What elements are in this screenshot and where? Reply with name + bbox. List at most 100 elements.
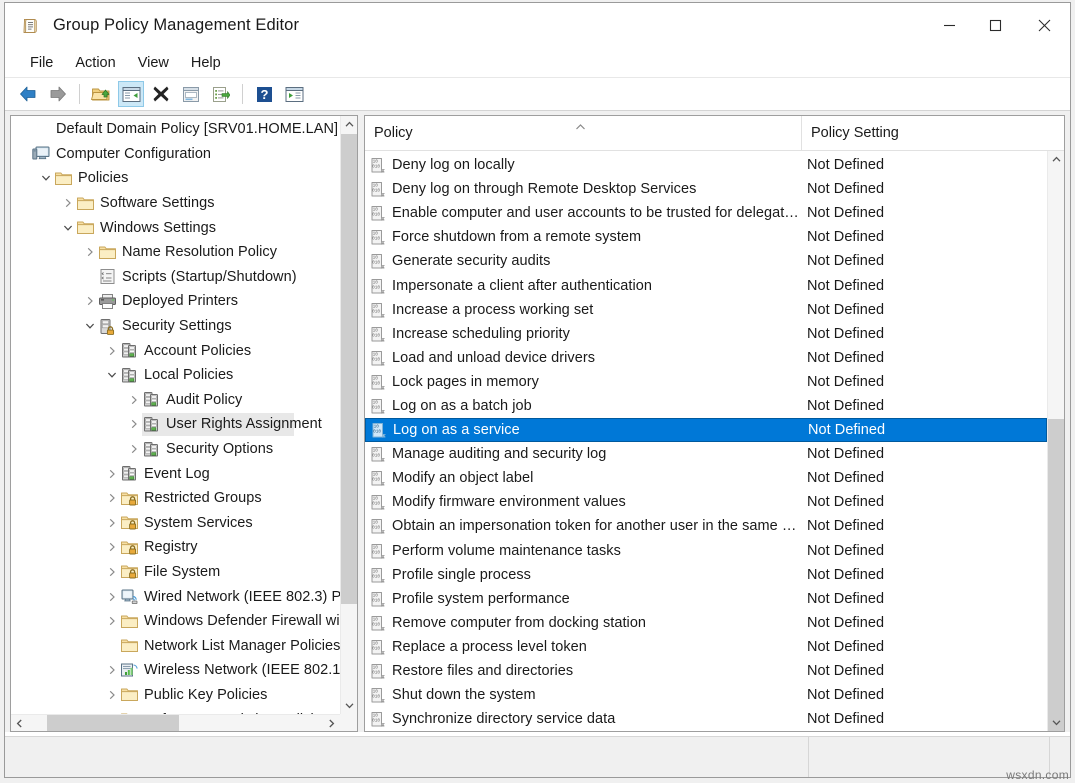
chevron-right-icon[interactable] bbox=[103, 665, 120, 675]
tree-scrollbar-thumb[interactable] bbox=[341, 134, 357, 604]
help-icon[interactable]: ? bbox=[251, 81, 277, 107]
tree-scroll-down-icon[interactable] bbox=[341, 697, 357, 714]
chevron-down-icon[interactable] bbox=[81, 322, 98, 330]
chevron-right-icon[interactable] bbox=[125, 419, 142, 429]
policy-list-row[interactable]: 10010Perform volume maintenance tasksNot… bbox=[365, 539, 1047, 563]
policy-list-row[interactable]: 10010Manage auditing and security logNot… bbox=[365, 442, 1047, 466]
tree-vertical-scrollbar[interactable] bbox=[340, 116, 357, 714]
console-tree[interactable]: Default Domain Policy [SRV01.HOME.LAN] P… bbox=[11, 116, 340, 714]
chevron-right-icon[interactable] bbox=[103, 518, 120, 528]
menu-item-help[interactable]: Help bbox=[180, 53, 232, 73]
policy-list-row[interactable]: 10010Modify an object labelNot Defined bbox=[365, 466, 1047, 490]
column-header-policy[interactable]: Policy bbox=[365, 116, 802, 150]
policy-list-row[interactable]: 10010Synchronize directory service dataN… bbox=[365, 707, 1047, 731]
menu-item-view[interactable]: View bbox=[127, 53, 180, 73]
list-vertical-scrollbar[interactable] bbox=[1047, 151, 1064, 731]
tree-item[interactable]: Audit Policy bbox=[11, 388, 340, 413]
tree-item[interactable]: Event Log bbox=[11, 461, 340, 486]
chevron-right-icon[interactable] bbox=[103, 346, 120, 356]
column-header-policy-setting[interactable]: Policy Setting bbox=[802, 116, 1064, 150]
maximize-button[interactable] bbox=[972, 3, 1018, 48]
forward-arrow-icon[interactable] bbox=[45, 81, 71, 107]
chevron-right-icon[interactable] bbox=[103, 542, 120, 552]
tree-item[interactable]: File System bbox=[11, 560, 340, 585]
chevron-down-icon[interactable] bbox=[37, 174, 54, 182]
up-one-level-icon[interactable] bbox=[88, 81, 114, 107]
tree-item[interactable]: Computer Configuration bbox=[11, 142, 340, 167]
tree-item[interactable]: Network List Manager Policies bbox=[11, 633, 340, 658]
chevron-right-icon[interactable] bbox=[125, 395, 142, 405]
policy-list-row[interactable]: 10010Modify firmware environment valuesN… bbox=[365, 490, 1047, 514]
policy-list-row[interactable]: 10010Remove computer from docking statio… bbox=[365, 611, 1047, 635]
list-scroll-up-icon[interactable] bbox=[1048, 151, 1064, 168]
policy-list-row[interactable]: 10010Obtain an impersonation token for a… bbox=[365, 514, 1047, 538]
tree-item[interactable]: Security Settings bbox=[11, 314, 340, 339]
menu-item-file[interactable]: File bbox=[19, 53, 64, 73]
list-scroll-down-icon[interactable] bbox=[1048, 714, 1064, 731]
properties-icon[interactable] bbox=[178, 81, 204, 107]
chevron-right-icon[interactable] bbox=[81, 247, 98, 257]
back-arrow-icon[interactable] bbox=[15, 81, 41, 107]
tree-item[interactable]: Registry bbox=[11, 535, 340, 560]
chevron-right-icon[interactable] bbox=[103, 469, 120, 479]
policy-list-row[interactable]: 10010Replace a process level tokenNot De… bbox=[365, 635, 1047, 659]
minimize-button[interactable] bbox=[926, 3, 972, 48]
chevron-right-icon[interactable] bbox=[103, 690, 120, 700]
export-list-icon[interactable] bbox=[208, 81, 234, 107]
policy-list-row[interactable]: 10010Enable computer and user accounts t… bbox=[365, 201, 1047, 225]
policy-list-row[interactable]: 10010Profile single processNot Defined bbox=[365, 563, 1047, 587]
tree-item[interactable]: Security Options bbox=[11, 437, 340, 462]
tree-item[interactable]: Local Policies bbox=[11, 363, 340, 388]
tree-item[interactable]: Software Settings bbox=[11, 191, 340, 216]
menu-item-action[interactable]: Action bbox=[64, 53, 126, 73]
tree-item[interactable]: Windows Settings bbox=[11, 215, 340, 240]
tree-item[interactable]: Default Domain Policy [SRV01.HOME.LAN] P… bbox=[11, 117, 340, 142]
policy-list-row[interactable]: 10010Log on as a serviceNot Defined bbox=[365, 418, 1047, 442]
tree-scroll-right-icon[interactable] bbox=[323, 715, 340, 731]
tree-item[interactable]: Account Policies bbox=[11, 338, 340, 363]
policy-list-row[interactable]: 10010Restore files and directoriesNot De… bbox=[365, 659, 1047, 683]
chevron-right-icon[interactable] bbox=[103, 592, 120, 602]
chevron-right-icon[interactable] bbox=[103, 616, 120, 626]
tree-horizontal-scrollbar[interactable] bbox=[11, 714, 340, 731]
show-contents-icon[interactable] bbox=[281, 81, 307, 107]
chevron-down-icon[interactable] bbox=[59, 224, 76, 232]
policy-list-row[interactable]: 10010Increase a process working setNot D… bbox=[365, 298, 1047, 322]
policy-list-row[interactable]: 10010Load and unload device driversNot D… bbox=[365, 346, 1047, 370]
tree-scroll-left-icon[interactable] bbox=[11, 715, 28, 731]
policy-list-row[interactable]: 10010Deny log on locallyNot Defined bbox=[365, 153, 1047, 177]
delete-icon[interactable] bbox=[148, 81, 174, 107]
tree-item[interactable]: Scripts (Startup/Shutdown) bbox=[11, 265, 340, 290]
chevron-right-icon[interactable] bbox=[59, 198, 76, 208]
chevron-right-icon[interactable] bbox=[103, 567, 120, 577]
tree-item[interactable]: Wired Network (IEEE 802.3) Pol bbox=[11, 584, 340, 609]
policy-list[interactable]: 10010Deny log on locallyNot Defined 10010… bbox=[365, 151, 1047, 731]
chevron-right-icon[interactable] bbox=[125, 444, 142, 454]
tree-item[interactable]: User Rights Assignment bbox=[11, 412, 340, 437]
tree-item[interactable]: Policies bbox=[11, 166, 340, 191]
policy-list-row[interactable]: 10010Force shutdown from a remote system… bbox=[365, 225, 1047, 249]
tree-item[interactable]: Wireless Network (IEEE 802.11) bbox=[11, 658, 340, 683]
chevron-right-icon[interactable] bbox=[81, 296, 98, 306]
policy-list-row[interactable]: 10010Increase scheduling priorityNot Def… bbox=[365, 322, 1047, 346]
chevron-down-icon[interactable] bbox=[103, 371, 120, 379]
tree-item[interactable]: Windows Defender Firewall wi bbox=[11, 609, 340, 634]
policy-list-row[interactable]: 10010Profile system performanceNot Defin… bbox=[365, 587, 1047, 611]
tree-scroll-up-icon[interactable] bbox=[341, 116, 357, 133]
list-scrollbar-thumb[interactable] bbox=[1048, 419, 1064, 732]
tree-item[interactable]: Deployed Printers bbox=[11, 289, 340, 314]
tree-item[interactable]: Software Restriction Policies bbox=[11, 707, 340, 714]
tree-item[interactable]: Public Key Policies bbox=[11, 683, 340, 708]
policy-list-row[interactable]: 10010Log on as a batch jobNot Defined bbox=[365, 394, 1047, 418]
close-button[interactable] bbox=[1018, 3, 1070, 48]
tree-item[interactable]: Name Resolution Policy bbox=[11, 240, 340, 265]
tree-hscrollbar-thumb[interactable] bbox=[47, 715, 179, 731]
tree-item[interactable]: Restricted Groups bbox=[11, 486, 340, 511]
policy-list-row[interactable]: 10010Impersonate a client after authenti… bbox=[365, 273, 1047, 297]
policy-list-row[interactable]: 10010Lock pages in memoryNot Defined bbox=[365, 370, 1047, 394]
chevron-right-icon[interactable] bbox=[103, 493, 120, 503]
tree-item[interactable]: System Services bbox=[11, 511, 340, 536]
policy-list-row[interactable]: 10010Generate security auditsNot Defined bbox=[365, 249, 1047, 273]
policy-list-row[interactable]: 10010Shut down the systemNot Defined bbox=[365, 683, 1047, 707]
show-hide-console-tree-icon[interactable] bbox=[118, 81, 144, 107]
